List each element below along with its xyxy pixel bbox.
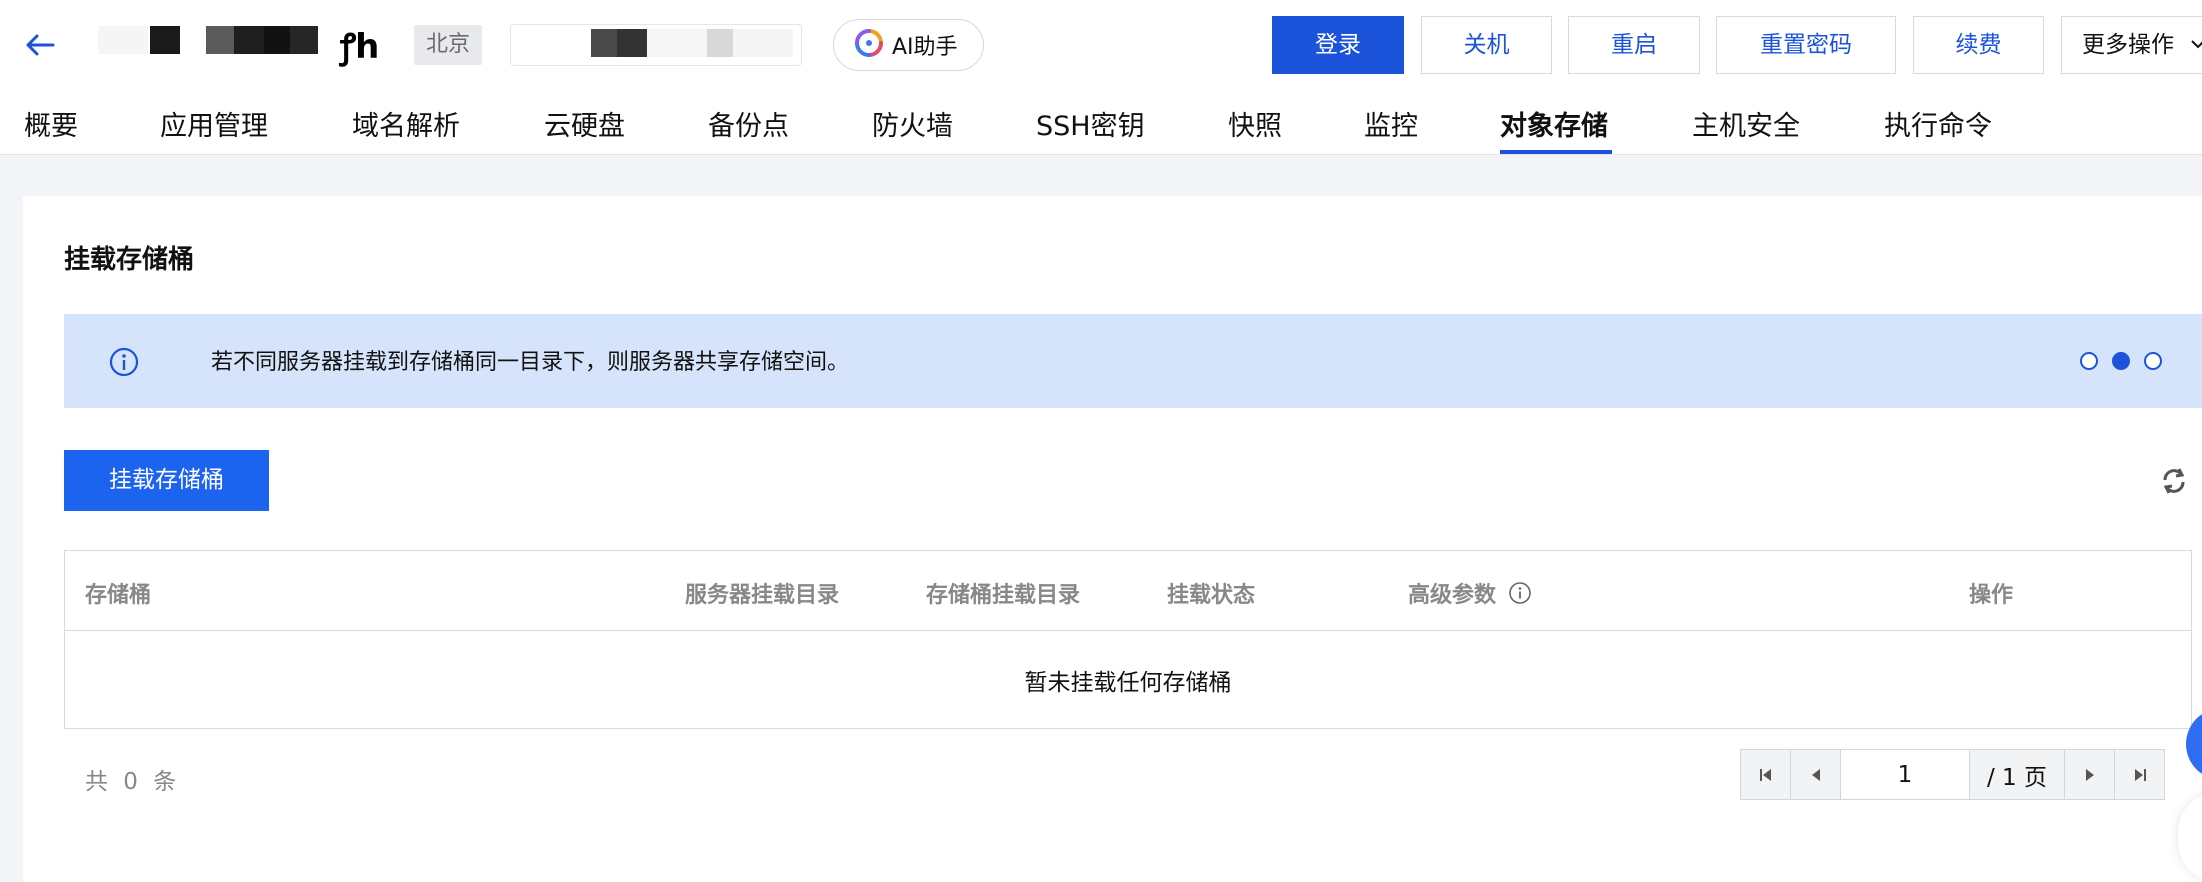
redacted-instance-name [150, 26, 180, 54]
redacted-instance-name [290, 26, 318, 54]
restart-button[interactable]: 重启 [1568, 16, 1700, 74]
shutdown-button[interactable]: 关机 [1421, 16, 1552, 74]
tab-object-storage[interactable]: 对象存储 [1500, 104, 1608, 156]
column-header-bucket: 存储桶 [85, 583, 152, 608]
notice-text: 若不同服务器挂载到存储桶同一目录下，则服务器共享存储空间。 [211, 350, 850, 375]
top-bar: ꝭh 北京 AI助手 登录 关机 重启 重置密码 续费 更多操作 概要 应用管理… [0, 0, 2202, 155]
carousel-dot-active[interactable] [2112, 352, 2130, 370]
next-page-icon[interactable] [2064, 749, 2115, 800]
info-notice: 若不同服务器挂载到存储桶同一目录下，则服务器共享存储空间。 [64, 314, 2202, 408]
notice-carousel-dots [2080, 352, 2162, 370]
column-header-bucket-dir: 存储桶挂载目录 [926, 583, 1081, 608]
table-header: 存储桶 服务器挂载目录 存储桶挂载目录 挂载状态 高级参数 操作 [65, 551, 2191, 631]
redacted-instance-name [206, 26, 234, 54]
redacted-instance-name [234, 26, 264, 54]
tab-app-management[interactable]: 应用管理 [160, 104, 268, 156]
mount-table: 存储桶 服务器挂载目录 存储桶挂载目录 挂载状态 高级参数 操作 暂未挂载任何存… [64, 550, 2192, 729]
active-tab-indicator [1500, 150, 1612, 154]
prev-page-icon[interactable] [1790, 749, 1841, 800]
info-icon [108, 346, 140, 382]
more-actions-button[interactable]: 更多操作 [2061, 16, 2202, 74]
redacted-instance-name [264, 26, 290, 54]
back-arrow-icon[interactable] [20, 28, 60, 62]
renew-button[interactable]: 续费 [1913, 16, 2044, 74]
ai-assistant-label: AI助手 [892, 35, 958, 60]
advanced-params-label: 高级参数 [1408, 583, 1497, 608]
login-button[interactable]: 登录 [1272, 16, 1404, 74]
ai-assistant-icon [854, 28, 884, 62]
tab-ssh-keys[interactable]: SSH密钥 [1036, 104, 1145, 156]
redacted-ip-field [510, 24, 802, 66]
column-header-server-dir: 服务器挂载目录 [685, 583, 840, 608]
tab-monitoring[interactable]: 监控 [1364, 104, 1418, 156]
reset-password-button[interactable]: 重置密码 [1716, 16, 1896, 74]
tab-cloud-disk[interactable]: 云硬盘 [544, 104, 625, 156]
carousel-dot[interactable] [2080, 352, 2098, 370]
page-number-input[interactable]: 1 [1840, 749, 1970, 800]
column-header-advanced: 高级参数 [1408, 577, 1532, 611]
column-header-mount-status: 挂载状态 [1167, 583, 1256, 608]
chevron-down-icon [2190, 17, 2202, 94]
total-pages: / 1 页 [1969, 749, 2065, 800]
first-page-icon[interactable] [1740, 749, 1791, 800]
section-title: 挂载存储桶 [64, 245, 195, 275]
tab-dns[interactable]: 域名解析 [352, 104, 460, 156]
tab-host-security[interactable]: 主机安全 [1692, 104, 1800, 156]
tab-run-command[interactable]: 执行命令 [1884, 104, 1992, 156]
region-tag: 北京 [414, 25, 483, 65]
info-icon[interactable] [1508, 581, 1532, 611]
pagination: 1 / 1 页 [1740, 749, 2165, 800]
carousel-dot[interactable] [2144, 352, 2162, 370]
last-page-icon[interactable] [2114, 749, 2165, 800]
total-count: 共 0 条 [85, 769, 181, 795]
ai-assistant-button[interactable]: AI助手 [833, 19, 984, 71]
column-header-actions: 操作 [1969, 583, 2014, 608]
instance-name-suffix: ꝭh [340, 27, 379, 67]
mount-bucket-button[interactable]: 挂载存储桶 [64, 450, 269, 511]
table-empty-row: 暂未挂载任何存储桶 [65, 631, 2191, 729]
tab-overview[interactable]: 概要 [24, 104, 78, 156]
tab-backup[interactable]: 备份点 [708, 104, 789, 156]
empty-state-text: 暂未挂载任何存储桶 [1024, 670, 1232, 696]
tab-firewall[interactable]: 防火墙 [872, 104, 953, 156]
tab-bar: 概要 应用管理 域名解析 云硬盘 备份点 防火墙 SSH密钥 快照 监控 对象存… [0, 104, 2202, 156]
redacted-instance-name [98, 26, 148, 54]
more-actions-label: 更多操作 [2082, 32, 2174, 58]
refresh-icon[interactable] [2159, 466, 2189, 500]
mount-bucket-card: 挂载存储桶 若不同服务器挂载到存储桶同一目录下，则服务器共享存储空间。 挂载存储… [23, 196, 2202, 882]
tab-snapshots[interactable]: 快照 [1228, 104, 1282, 156]
